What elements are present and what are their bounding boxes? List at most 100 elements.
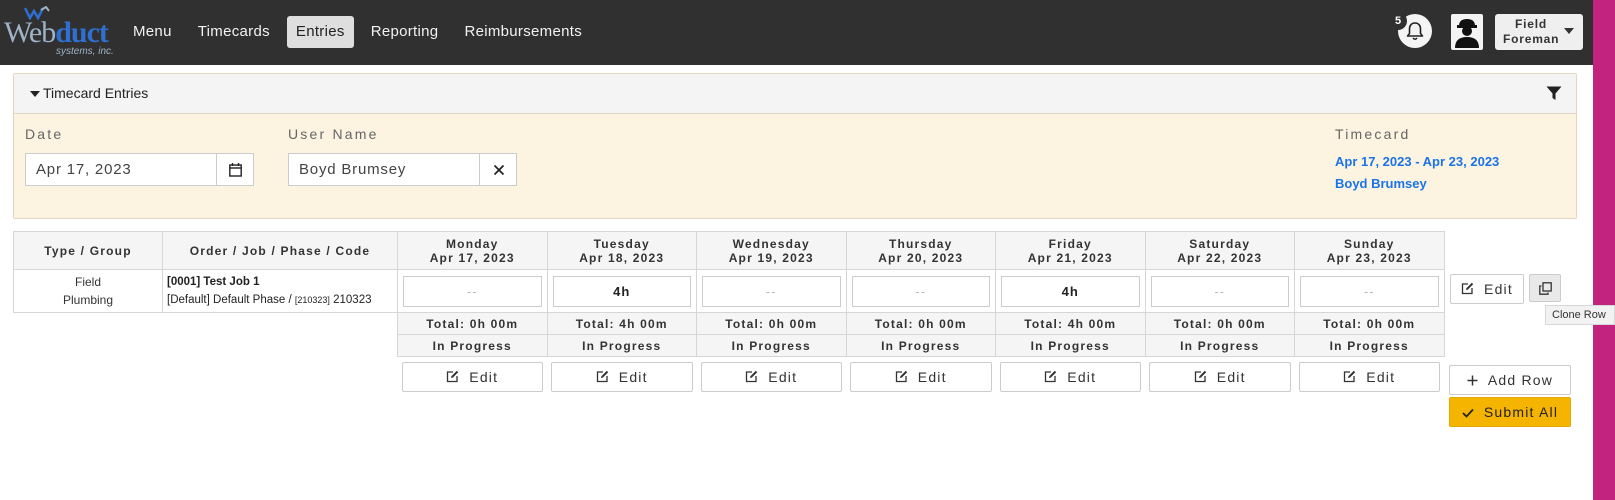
nav-menu[interactable]: Menu (124, 16, 181, 48)
timecard-entries-panel: Timecard Entries Date Apr 17, 2023 User … (13, 73, 1577, 219)
day-total: Total: 0h 00m (397, 312, 548, 335)
clear-user-button[interactable] (479, 153, 517, 186)
day-edit-button[interactable]: Edit (1298, 362, 1440, 393)
user-menu-button[interactable]: Field Foreman (1495, 14, 1583, 50)
edit-icon (895, 371, 907, 383)
col-header-day: Friday Apr 21, 2023 (995, 231, 1146, 270)
panel-title: Timecard Entries (43, 85, 149, 101)
panel-body: Date Apr 17, 2023 User Name Boyd Brumsey… (14, 114, 1576, 218)
day-edit-button[interactable]: Edit (401, 362, 543, 393)
day-edit-button[interactable]: Edit (700, 362, 842, 393)
table-header-row: Type / Group Order / Job / Phase / Code … (13, 231, 1445, 270)
top-navbar: Webduct systems, inc. Menu Timecards Ent… (0, 0, 1593, 65)
day-hours-cell: -- (1294, 269, 1445, 313)
day-status: In Progress (845, 334, 996, 357)
hours-input[interactable]: 4h (1001, 275, 1140, 307)
filter-icon[interactable] (1546, 86, 1562, 101)
day-total: Total: 4h 00m (995, 312, 1146, 335)
worker-avatar-icon (1455, 19, 1479, 48)
day-status: In Progress (995, 334, 1146, 357)
notification-count-badge: 5 (1389, 12, 1407, 30)
day-total: Total: 0h 00m (1144, 312, 1295, 335)
day-hours-cell: 4h (546, 269, 697, 313)
edit-icon (1461, 282, 1474, 295)
user-name-input[interactable]: Boyd Brumsey (288, 153, 480, 186)
day-total: Total: 4h 00m (546, 312, 697, 335)
date-input[interactable]: Apr 17, 2023 (25, 153, 217, 186)
edit-icon (1344, 371, 1356, 383)
side-strip (1593, 0, 1615, 500)
job-cell: [0001] Test Job 1 [Default] Default Phas… (162, 269, 398, 313)
edit-row: Edit Edit Edit Edit Edit Edit Edit (14, 357, 1445, 393)
date-label: Date (25, 126, 64, 142)
col-header-day: Sunday Apr 23, 2023 (1294, 231, 1445, 270)
clone-icon (1539, 282, 1552, 295)
hours-input[interactable]: -- (702, 275, 841, 307)
nav-reporting[interactable]: Reporting (362, 16, 448, 48)
col-header-day: Monday Apr 17, 2023 (397, 231, 548, 270)
col-header-day: Tuesday Apr 18, 2023 (546, 231, 697, 270)
col-header-type: Type / Group (13, 231, 163, 270)
timecard-user-link[interactable]: Boyd Brumsey (1335, 176, 1427, 191)
main-nav: Menu Timecards Entries Reporting Reimbur… (124, 16, 591, 48)
edit-icon (1045, 371, 1057, 383)
close-icon (493, 164, 505, 176)
logo-word-duct: duct (55, 16, 109, 49)
edit-icon (1194, 371, 1206, 383)
nav-reimbursements[interactable]: Reimbursements (455, 16, 591, 48)
row-edit-button[interactable]: Edit (1450, 274, 1524, 304)
day-hours-cell: 4h (995, 269, 1146, 313)
day-edit-button[interactable]: Edit (551, 362, 693, 393)
clone-row-button[interactable] (1529, 274, 1561, 302)
clone-row-tooltip: Clone Row (1545, 305, 1615, 325)
calendar-button[interactable] (216, 153, 254, 186)
nav-timecards[interactable]: Timecards (189, 16, 279, 48)
submit-all-button[interactable]: Submit All (1449, 397, 1571, 427)
day-status: In Progress (1144, 334, 1295, 357)
user-name-label: User Name (288, 126, 379, 142)
avatar[interactable] (1451, 14, 1483, 50)
day-status: In Progress (1294, 334, 1445, 357)
col-header-day: Thursday Apr 20, 2023 (845, 231, 996, 270)
day-hours-cell: -- (845, 269, 996, 313)
calendar-icon (229, 163, 242, 177)
webduct-logo[interactable]: Webduct systems, inc. (4, 6, 116, 58)
status-row: In Progress In Progress In Progress In P… (14, 334, 1445, 357)
edit-icon (746, 371, 758, 383)
col-header-job: Order / Job / Phase / Code (162, 231, 398, 270)
timecard-range-link[interactable]: Apr 17, 2023 - Apr 23, 2023 (1335, 154, 1499, 169)
check-icon (1462, 408, 1474, 418)
plus-icon (1467, 375, 1478, 386)
day-total: Total: 0h 00m (696, 312, 847, 335)
logo-word-web: Web (4, 16, 56, 49)
job-name: [0001] Test Job 1 (167, 276, 260, 288)
day-status: In Progress (696, 334, 847, 357)
hours-input[interactable]: 4h (552, 275, 691, 307)
nav-entries[interactable]: Entries (286, 16, 354, 48)
hours-input[interactable]: -- (1150, 275, 1289, 307)
day-edit-button[interactable]: Edit (1149, 362, 1291, 393)
job-phase-code: [Default] Default Phase / [210323] 21032… (167, 294, 372, 306)
col-header-day: Saturday Apr 22, 2023 (1144, 231, 1295, 270)
edit-icon (447, 371, 459, 383)
user-role-label: Field Foreman (1503, 17, 1560, 46)
col-header-day: Wednesday Apr 19, 2023 (696, 231, 847, 270)
bell-icon (1406, 22, 1424, 41)
day-edit-button[interactable]: Edit (999, 362, 1141, 393)
day-edit-button[interactable]: Edit (850, 362, 992, 393)
day-total: Total: 0h 00m (845, 312, 996, 335)
type-group-cell: Field Plumbing (13, 269, 163, 313)
logo-subtitle: systems, inc. (56, 46, 114, 57)
panel-header[interactable]: Timecard Entries (14, 74, 1576, 114)
hours-input[interactable]: -- (851, 275, 990, 307)
day-hours-cell: -- (696, 269, 847, 313)
hours-input[interactable]: -- (1300, 275, 1439, 307)
chevron-down-icon (1564, 28, 1574, 34)
day-status: In Progress (397, 334, 548, 357)
add-row-button[interactable]: Add Row (1449, 365, 1571, 395)
timecard-label: Timecard (1335, 126, 1411, 142)
collapse-caret-icon[interactable] (30, 91, 40, 97)
hours-input[interactable]: -- (403, 275, 542, 307)
totals-row: Total: 0h 00m Total: 4h 00m Total: 0h 00… (14, 312, 1445, 335)
entries-table: Type / Group Order / Job / Phase / Code … (13, 231, 1445, 393)
